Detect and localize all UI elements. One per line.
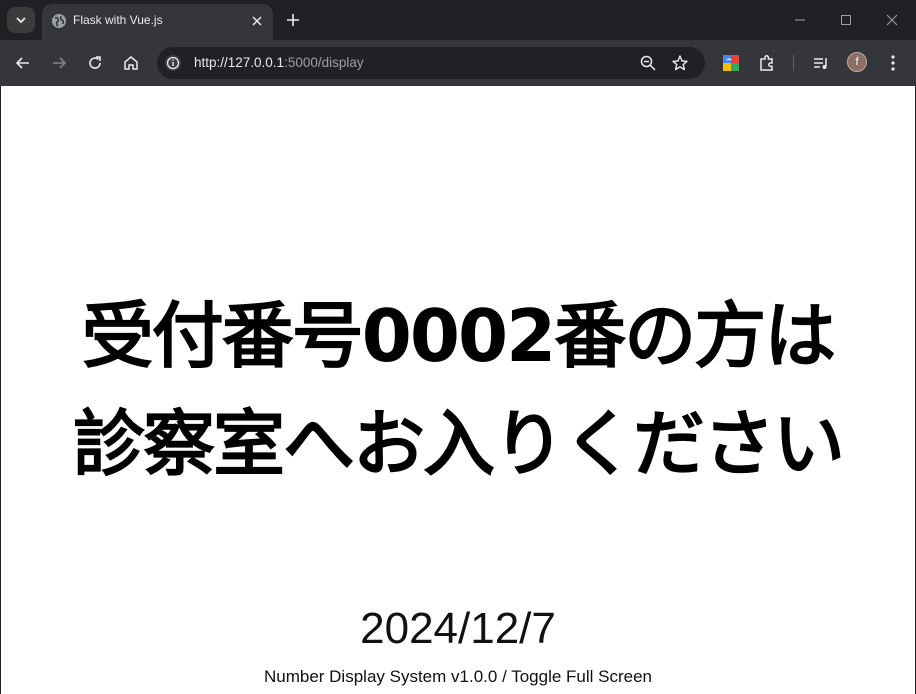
back-arrow-icon[interactable] bbox=[13, 53, 33, 73]
site-info-icon[interactable] bbox=[164, 54, 182, 72]
reload-icon[interactable] bbox=[85, 53, 105, 73]
footer: Number Display System v1.0.0 / Toggle Fu… bbox=[1, 667, 915, 687]
more-menu-icon[interactable] bbox=[882, 52, 904, 74]
tab-active[interactable]: Flask with Vue.js bbox=[42, 4, 273, 40]
profile-avatar[interactable]: f bbox=[847, 52, 867, 72]
footer-separator: / bbox=[497, 667, 512, 686]
url-text: http://127.0.0.1:5000/display bbox=[194, 55, 364, 70]
zoom-icon[interactable] bbox=[639, 54, 657, 72]
toolbar-divider bbox=[793, 55, 794, 71]
current-date: 2024/12/7 bbox=[360, 604, 556, 653]
message-line-1: 受付番号0002番の方は bbox=[81, 294, 836, 378]
tab-search-button[interactable] bbox=[7, 7, 35, 33]
extensions-puzzle-icon[interactable] bbox=[756, 52, 778, 74]
toggle-fullscreen-link[interactable]: Toggle Full Screen bbox=[511, 667, 652, 686]
chevron-down-icon bbox=[16, 17, 26, 24]
message-line-2: 診察室へお入りください bbox=[72, 402, 845, 486]
forward-arrow-icon[interactable] bbox=[49, 53, 69, 73]
call-message: 受付番号0002番の方は 診察室へお入りください bbox=[1, 282, 915, 498]
window-close-icon[interactable] bbox=[882, 10, 902, 30]
address-bar[interactable]: http://127.0.0.1:5000/display bbox=[157, 47, 705, 79]
browser-window: Flask with Vue.js http://127.0.0.1:5000/… bbox=[0, 0, 916, 694]
browser-toolbar: http://127.0.0.1:5000/display bbox=[0, 40, 916, 86]
system-version-label: Number Display System v1.0.0 bbox=[263, 667, 498, 686]
minimize-icon[interactable] bbox=[790, 10, 810, 30]
globe-icon bbox=[52, 14, 66, 28]
url-path: :5000/display bbox=[284, 55, 364, 70]
new-tab-plus-icon[interactable] bbox=[283, 10, 303, 30]
bookmark-star-icon[interactable] bbox=[671, 54, 689, 72]
tab-strip: Flask with Vue.js bbox=[0, 0, 916, 40]
page-viewport: 受付番号0002番の方は 診察室へお入りください 2024/12/7 Numbe… bbox=[1, 86, 915, 694]
close-icon[interactable] bbox=[249, 13, 265, 29]
google-translate-extension-icon[interactable] bbox=[720, 52, 742, 74]
home-icon[interactable] bbox=[121, 53, 141, 73]
url-host: http://127.0.0.1 bbox=[194, 55, 285, 70]
media-controls-icon[interactable] bbox=[810, 52, 832, 74]
tab-title: Flask with Vue.js bbox=[73, 13, 163, 27]
maximize-icon[interactable] bbox=[836, 10, 856, 30]
